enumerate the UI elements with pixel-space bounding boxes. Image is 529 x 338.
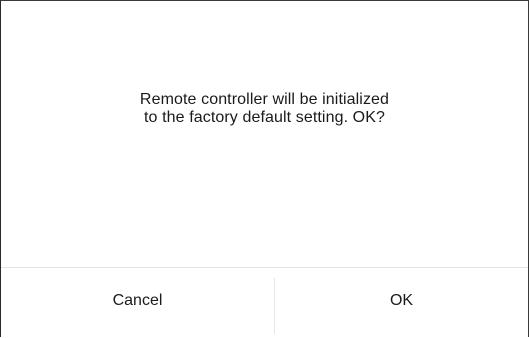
ok-button[interactable]: OK xyxy=(275,268,528,338)
dialog-message-line-1: Remote controller will be initialized xyxy=(139,91,390,108)
dialog-button-row: Cancel OK xyxy=(1,268,528,338)
cancel-button[interactable]: Cancel xyxy=(1,268,274,338)
dialog-message: Remote controller will be initialized to… xyxy=(1,91,528,127)
dialog-message-line-2: to the factory default setting. OK? xyxy=(144,109,385,126)
dialog-message-area: Remote controller will be initialized to… xyxy=(1,1,528,267)
confirm-dialog: Remote controller will be initialized to… xyxy=(0,0,529,338)
